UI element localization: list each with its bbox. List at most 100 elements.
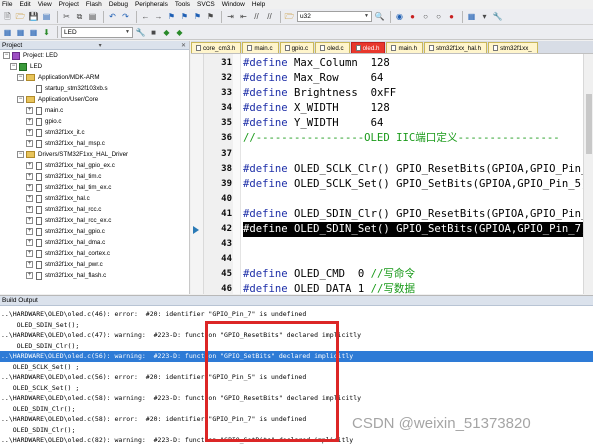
disable-breakpoint-icon[interactable]: ○ [420,11,431,22]
menu-item-svcs[interactable]: SVCS [197,1,215,8]
menu-item-project[interactable]: Project [59,1,79,8]
build-output-line[interactable]: ..\HARDWARE\OLED\oled.c(46): error: #20:… [0,309,593,320]
undo-icon[interactable]: ↶ [107,11,118,22]
menu-item-help[interactable]: Help [252,1,265,8]
find-combo[interactable]: u32 ▼ [297,11,372,22]
download-icon[interactable]: ⬇ [41,27,52,38]
expand-icon[interactable]: + [26,195,33,202]
panel-close-icon[interactable]: ✕ [181,42,186,49]
tree-node[interactable]: + gpio.c [0,116,190,127]
run-time-env-icon[interactable]: ◆ [174,27,185,38]
kill-all-breakpoints-icon[interactable]: ● [446,11,457,22]
clear-bookmarks-icon[interactable]: ⚑ [205,11,216,22]
tree-node[interactable]: + stm32f1xx_hal_rcc_ex.c [0,215,190,226]
target-select[interactable]: LED ▼ [61,26,133,38]
tree-node[interactable]: + main.c [0,105,190,116]
panel-pin-icon[interactable]: ▾ [99,42,102,49]
tree-node[interactable]: + stm32f1xx_hal_tim.c [0,171,190,182]
menu-item-view[interactable]: View [38,1,52,8]
tree-node[interactable]: + stm32f1xx_hal_pwr.c [0,259,190,270]
dropdown-icon[interactable]: ▾ [479,11,490,22]
tree-node[interactable]: − Drivers/STM32F1xx_HAL_Driver [0,149,190,160]
save-icon[interactable]: 💾 [28,11,39,22]
expand-icon[interactable]: + [26,239,33,246]
expand-icon[interactable]: + [26,272,33,279]
tree-node[interactable]: − Application/MDK-ARM [0,72,190,83]
breakpoint-icon[interactable]: ● [407,11,418,22]
tree-node[interactable]: − Project: LED [0,50,190,61]
tree-node[interactable]: + stm32f1xx_hal_gpio_ex.c [0,160,190,171]
tree-node[interactable]: + stm32f1xx_hal_msp.c [0,138,190,149]
tree-node[interactable]: + stm32f1xx_it.c [0,127,190,138]
uncomment-icon[interactable]: // [264,11,275,22]
configure-icon[interactable]: 🔧 [492,11,503,22]
unindent-icon[interactable]: ⇤ [238,11,249,22]
editor-scrollbar[interactable] [583,54,593,294]
expand-icon[interactable]: + [26,140,33,147]
nav-back-icon[interactable]: ← [140,11,151,22]
menu-item-file[interactable]: File [2,1,12,8]
tree-node[interactable]: + stm32f1xx_hal.c [0,193,190,204]
open-folder-icon[interactable]: 🗁 [15,11,26,22]
redo-icon[interactable]: ↷ [120,11,131,22]
save-all-icon[interactable]: ▤ [41,11,52,22]
comment-icon[interactable]: // [251,11,262,22]
tree-node[interactable]: − LED [0,61,190,72]
build-icon[interactable]: ▦ [15,27,26,38]
collapse-icon[interactable]: − [17,74,24,81]
editor-tab[interactable]: oled.h [350,42,386,53]
menu-item-window[interactable]: Window [222,1,245,8]
tree-node[interactable]: + stm32f1xx_hal_tim_ex.c [0,182,190,193]
editor-tab[interactable]: gpio.c [279,42,315,53]
menu-item-flash[interactable]: Flash [86,1,102,8]
debug-start-icon[interactable]: ◉ [394,11,405,22]
expand-icon[interactable]: + [26,217,33,224]
paste-icon[interactable]: ▤ [87,11,98,22]
bookmark-icon[interactable]: ⚑ [166,11,177,22]
expand-icon[interactable]: + [26,250,33,257]
editor-tab[interactable]: main.h [386,42,424,53]
file-extensions-icon[interactable]: ■ [148,27,159,38]
find-in-files-icon[interactable]: 🗁 [284,11,295,22]
expand-icon[interactable]: + [26,162,33,169]
expand-icon[interactable]: + [26,173,33,180]
menu-item-peripherals[interactable]: Peripherals [135,1,168,8]
menu-item-debug[interactable]: Debug [109,1,128,8]
copy-icon[interactable]: ⧉ [74,11,85,22]
next-bookmark-icon[interactable]: ⚑ [192,11,203,22]
tree-node[interactable]: + stm32f1xx_hal_dma.c [0,237,190,248]
target-options-icon[interactable]: 🔧 [135,27,146,38]
nav-forward-icon[interactable]: → [153,11,164,22]
kill-breakpoints-icon[interactable]: ○ [433,11,444,22]
collapse-icon[interactable]: − [3,52,10,59]
editor-tab[interactable]: stm32f1xx_ [488,42,538,53]
manage-components-icon[interactable]: ◆ [161,27,172,38]
cut-icon[interactable]: ✂ [61,11,72,22]
code-editor[interactable]: 31 #define Max_Column 128 32 #define Max_Ro… [191,54,593,294]
expand-icon[interactable]: + [26,129,33,136]
new-file-icon[interactable]: 🗎 [2,11,13,22]
menu-item-edit[interactable]: Edit [19,1,30,8]
tree-node[interactable]: + stm32f1xx_hal_cortex.c [0,248,190,259]
indent-icon[interactable]: ⇥ [225,11,236,22]
editor-tab[interactable]: stm32f1xx_hal.h [424,42,488,53]
scrollbar-thumb[interactable] [586,94,592,154]
editor-tab[interactable]: oled.c [315,42,350,53]
rebuild-icon[interactable]: ▦ [28,27,39,38]
collapse-icon[interactable]: − [17,96,24,103]
tree-node[interactable]: + stm32f1xx_hal_rcc.c [0,204,190,215]
collapse-icon[interactable]: − [17,151,24,158]
tree-node[interactable]: startup_stm32f103xb.s [0,83,190,94]
menu-item-tools[interactable]: Tools [175,1,190,8]
tree-node[interactable]: + stm32f1xx_hal_flash.c [0,270,190,281]
expand-icon[interactable]: + [26,261,33,268]
editor-tab[interactable]: core_cm3.h [191,42,242,53]
window-layout-icon[interactable]: ▦ [466,11,477,22]
translate-icon[interactable]: ▦ [2,27,13,38]
find-icon[interactable]: 🔍 [374,11,385,22]
expand-icon[interactable]: + [26,118,33,125]
editor-tab[interactable]: main.c [242,42,279,53]
expand-icon[interactable]: + [26,206,33,213]
expand-icon[interactable]: + [26,184,33,191]
collapse-icon[interactable]: − [10,63,17,70]
